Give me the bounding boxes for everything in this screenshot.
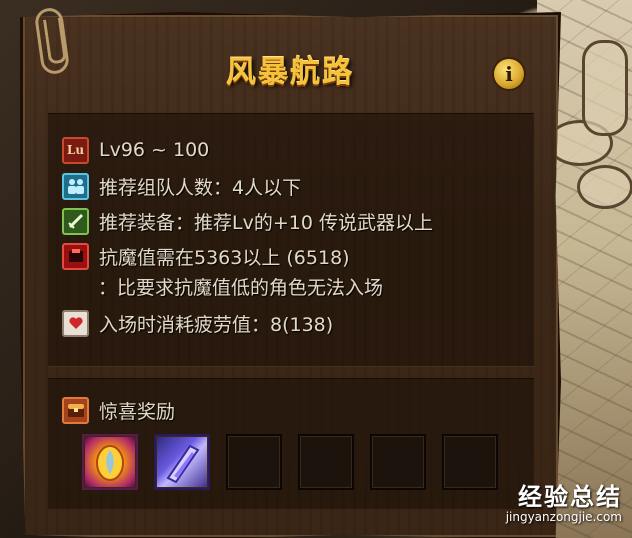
dungeon-title: 风暴航路 xyxy=(226,55,354,90)
party-size-text: 推荐组队人数：4人以下 xyxy=(99,176,302,199)
reward-label: 惊喜奖励 xyxy=(99,400,176,423)
site-watermark: 经验总结 jingyanzongjie.com xyxy=(506,477,622,524)
reward-slot-empty[interactable] xyxy=(370,434,426,490)
level-requirement-row: Lu Lv96 ~ 100 xyxy=(62,135,209,165)
level-icon: Lu xyxy=(62,136,89,164)
golden-orb-item-icon xyxy=(96,445,124,481)
sword-icon xyxy=(62,207,89,235)
party-icon xyxy=(62,172,89,200)
watermark-title: 经验总结 xyxy=(518,483,622,511)
anti-evil-note-row: ：比要求抗魔值低的角色无法入场 xyxy=(92,271,383,301)
info-icon[interactable]: i xyxy=(492,57,526,91)
reward-slot-crystal-shard[interactable] xyxy=(154,434,210,490)
treasure-chest-icon xyxy=(62,396,89,424)
equipment-text: 推荐装备：推荐Lv的+10 传说武器以上 xyxy=(99,211,433,234)
cloud-decoration xyxy=(582,40,628,136)
level-range-text: Lv96 ~ 100 xyxy=(99,139,210,161)
anti-evil-note: ：比要求抗魔值低的角色无法入场 xyxy=(98,276,384,299)
reward-slot-golden-orb[interactable] xyxy=(82,434,138,490)
reward-slot-empty[interactable] xyxy=(442,434,498,490)
anti-evil-text: 抗魔值需在5363以上 (6518) xyxy=(99,246,350,269)
anti-evil-icon xyxy=(62,242,89,270)
equipment-requirement-row: 推荐装备：推荐Lv的+10 传说武器以上 xyxy=(62,206,433,236)
party-requirement-row: 推荐组队人数：4人以下 xyxy=(62,171,301,201)
cloud-decoration xyxy=(577,165,632,209)
reward-slot-empty[interactable] xyxy=(226,434,282,490)
watermark-url: jingyanzongjie.com xyxy=(505,510,622,524)
crystal-shard-item-icon xyxy=(166,444,200,484)
game-scene: 风暴航路 i Lu Lv96 ~ 100 推荐组队人数：4人以下 推荐装备：推荐… xyxy=(0,0,632,538)
anti-evil-requirement-row: 抗魔值需在5363以上 (6518) xyxy=(62,241,350,271)
reward-header: 惊喜奖励 xyxy=(62,395,175,425)
fatigue-icon xyxy=(62,309,89,337)
reward-slot-empty[interactable] xyxy=(298,434,354,490)
fatigue-text: 入场时消耗疲劳值：8(138) xyxy=(99,313,334,336)
fatigue-requirement-row: 入场时消耗疲劳值：8(138) xyxy=(62,308,333,338)
